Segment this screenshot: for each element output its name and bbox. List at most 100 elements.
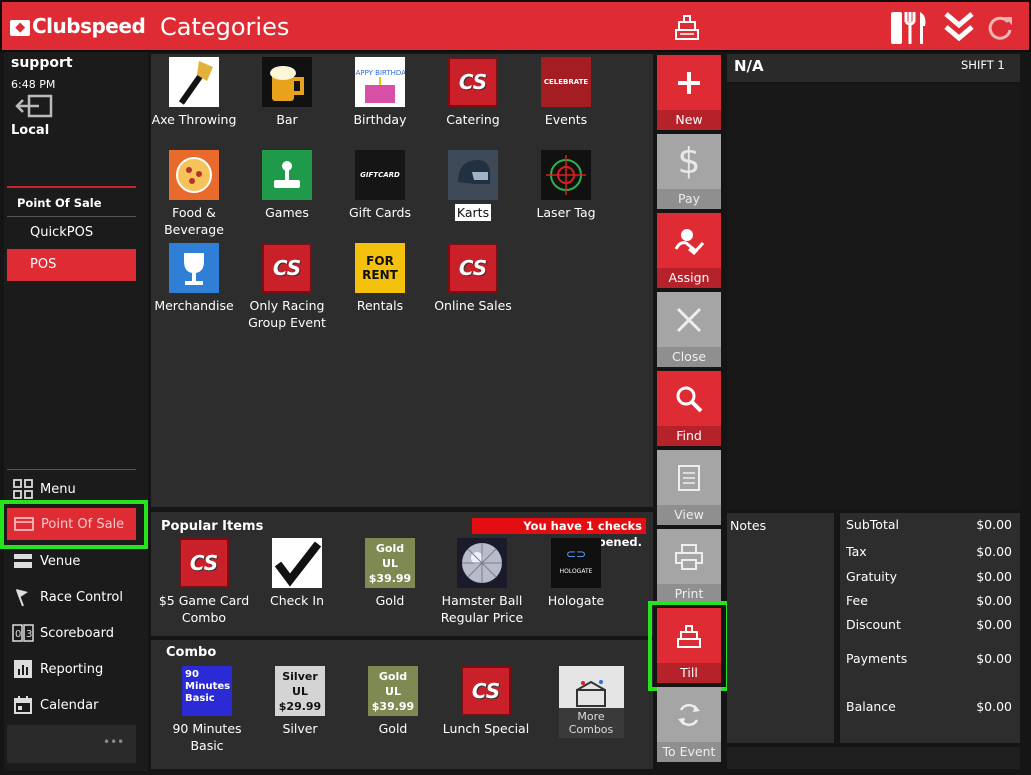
notes-panel[interactable] — [727, 513, 834, 743]
cash-register-icon[interactable] — [672, 12, 702, 42]
popular-item[interactable]: CS $5 Game Card Combo — [154, 538, 254, 626]
nav-point-of-sale[interactable]: Point Of Sale — [7, 508, 136, 540]
joystick-icon — [262, 150, 312, 200]
popular-item[interactable]: Gold UL $39.99 Gold — [340, 538, 440, 609]
cs-logo-icon: CS — [448, 57, 498, 107]
total-value: $0.00 — [976, 593, 1012, 608]
ticket-lines-area[interactable] — [727, 84, 1020, 510]
nav-divider — [7, 469, 136, 470]
nav-venue[interactable]: Venue — [12, 546, 138, 576]
top-bar — [0, 0, 1031, 52]
more-options-icon[interactable]: ••• — [103, 735, 124, 749]
total-label: SubTotal — [846, 517, 899, 532]
category-label: Food & Beverage — [164, 205, 224, 237]
nav-reporting[interactable]: Reporting — [12, 654, 138, 684]
popular-item[interactable]: Hamster Ball Regular Price — [432, 538, 532, 626]
to-event-button[interactable]: To Event — [657, 687, 721, 762]
cs-logo-icon: CS — [448, 243, 498, 293]
nav-race-control[interactable]: Race Control — [12, 582, 138, 612]
open-checks-alert[interactable]: You have 1 checks opened. — [472, 518, 646, 549]
combo-item[interactable]: Silver UL $29.99 Silver — [250, 666, 350, 737]
category-merchandise[interactable]: Merchandise — [148, 243, 240, 314]
combo-item[interactable]: More Combos — [541, 666, 641, 742]
nav-label: Scoreboard — [40, 625, 114, 641]
price-tile-line: UL — [292, 684, 308, 698]
card-icon — [13, 513, 35, 535]
refresh-icon[interactable] — [986, 14, 1014, 42]
category-label: Birthday — [353, 112, 407, 127]
action-label: Close — [657, 347, 721, 367]
new-button[interactable]: New — [657, 55, 721, 130]
category-catering[interactable]: CS Catering — [427, 57, 519, 128]
category-label: Gift Cards — [349, 205, 411, 220]
print-button[interactable]: Print — [657, 529, 721, 604]
price-tile-line: $39.99 — [368, 571, 412, 585]
category-karts[interactable]: Karts — [427, 150, 519, 221]
calendar-icon — [12, 694, 34, 716]
cs-logo-icon: CS — [461, 666, 511, 716]
category-bar[interactable]: Bar — [241, 57, 333, 128]
category-laser-tag[interactable]: Laser Tag — [520, 150, 612, 221]
close-button[interactable]: Close — [657, 292, 721, 367]
popular-items-title: Popular Items — [161, 519, 264, 534]
action-label: Find — [657, 426, 721, 446]
combo-item[interactable]: CS Lunch Special — [436, 666, 536, 737]
dollar-icon: $ — [657, 134, 721, 189]
svg-text:3: 3 — [26, 629, 32, 640]
logout-icon[interactable] — [15, 94, 55, 118]
total-row-balance: Balance $0.00 — [846, 699, 1012, 714]
popular-item[interactable]: Check In — [247, 538, 347, 609]
till-button[interactable]: Till — [657, 608, 721, 683]
document-icon — [657, 450, 721, 505]
price-tile-line: UL — [382, 556, 398, 570]
total-row-gratuity: Gratuity $0.00 — [846, 569, 1012, 584]
category-food-beverage[interactable]: Food & Beverage — [148, 150, 240, 238]
bottom-strip — [727, 747, 1020, 769]
total-row-payments: Payments $0.00 — [846, 651, 1012, 666]
category-games[interactable]: Games — [241, 150, 333, 221]
tile-text: More — [577, 710, 605, 723]
category-label: Axe Throwing — [151, 112, 237, 127]
category-events[interactable]: CELEBRATE Events — [520, 57, 612, 128]
find-button[interactable]: Find — [657, 371, 721, 446]
sidebar-item-pos[interactable]: POS — [7, 249, 136, 281]
utensils-icon[interactable] — [889, 8, 931, 46]
price-tile-line: Gold — [375, 541, 405, 555]
action-label: New — [657, 110, 721, 130]
scoreboard-icon: 03 — [12, 622, 34, 644]
category-birthday[interactable]: HAPPY BIRTHDAY Birthday — [334, 57, 426, 128]
action-label: Till — [657, 663, 721, 683]
category-online-sales[interactable]: CS Online Sales — [427, 243, 519, 314]
category-rentals[interactable]: FOR RENT Rentals — [334, 243, 426, 314]
popular-item[interactable]: ⊂⊃ HOLOGATE Hologate — [526, 538, 626, 609]
item-label: $5 Game Card Combo — [158, 593, 250, 625]
item-label: Check In — [269, 593, 325, 608]
sidebar-item-quickpos[interactable]: QuickPOS — [7, 218, 136, 250]
gift-box-icon — [576, 680, 606, 707]
tile-text: Combos — [568, 723, 614, 736]
category-gift-cards[interactable]: GIFTCARD Gift Cards — [334, 150, 426, 221]
customer-name[interactable]: N/A — [734, 57, 764, 75]
logo-mark-icon: ◆ — [10, 20, 30, 36]
brand-name: Clubspeed — [32, 14, 146, 38]
total-row-fee: Fee $0.00 — [846, 593, 1012, 608]
view-button[interactable]: View — [657, 450, 721, 525]
venue-icon — [12, 550, 34, 572]
category-only-racing-group-event[interactable]: CS Only Racing Group Event — [241, 243, 333, 331]
combo-item[interactable]: 90 Minutes Basic 90 Minutes Basic — [157, 666, 257, 754]
category-axe-throwing[interactable]: Axe Throwing — [148, 57, 240, 128]
pay-button[interactable]: $ Pay — [657, 134, 721, 209]
price-tile-line: $39.99 — [371, 699, 415, 713]
total-value: $0.00 — [976, 517, 1012, 532]
cash-register-icon — [657, 608, 721, 663]
combo-item[interactable]: Gold UL $39.99 Gold — [343, 666, 443, 737]
total-label: Tax — [846, 544, 867, 559]
trophy-icon — [169, 243, 219, 293]
assign-button[interactable]: Assign — [657, 213, 721, 288]
nav-scoreboard[interactable]: 03 Scoreboard — [12, 618, 138, 648]
pos-section-header: Point Of Sale — [17, 196, 102, 210]
nav-calendar[interactable]: Calendar — [12, 690, 138, 720]
double-chevron-down-icon[interactable] — [942, 10, 976, 44]
action-label: Assign — [657, 268, 721, 288]
beer-mug-icon — [262, 57, 312, 107]
